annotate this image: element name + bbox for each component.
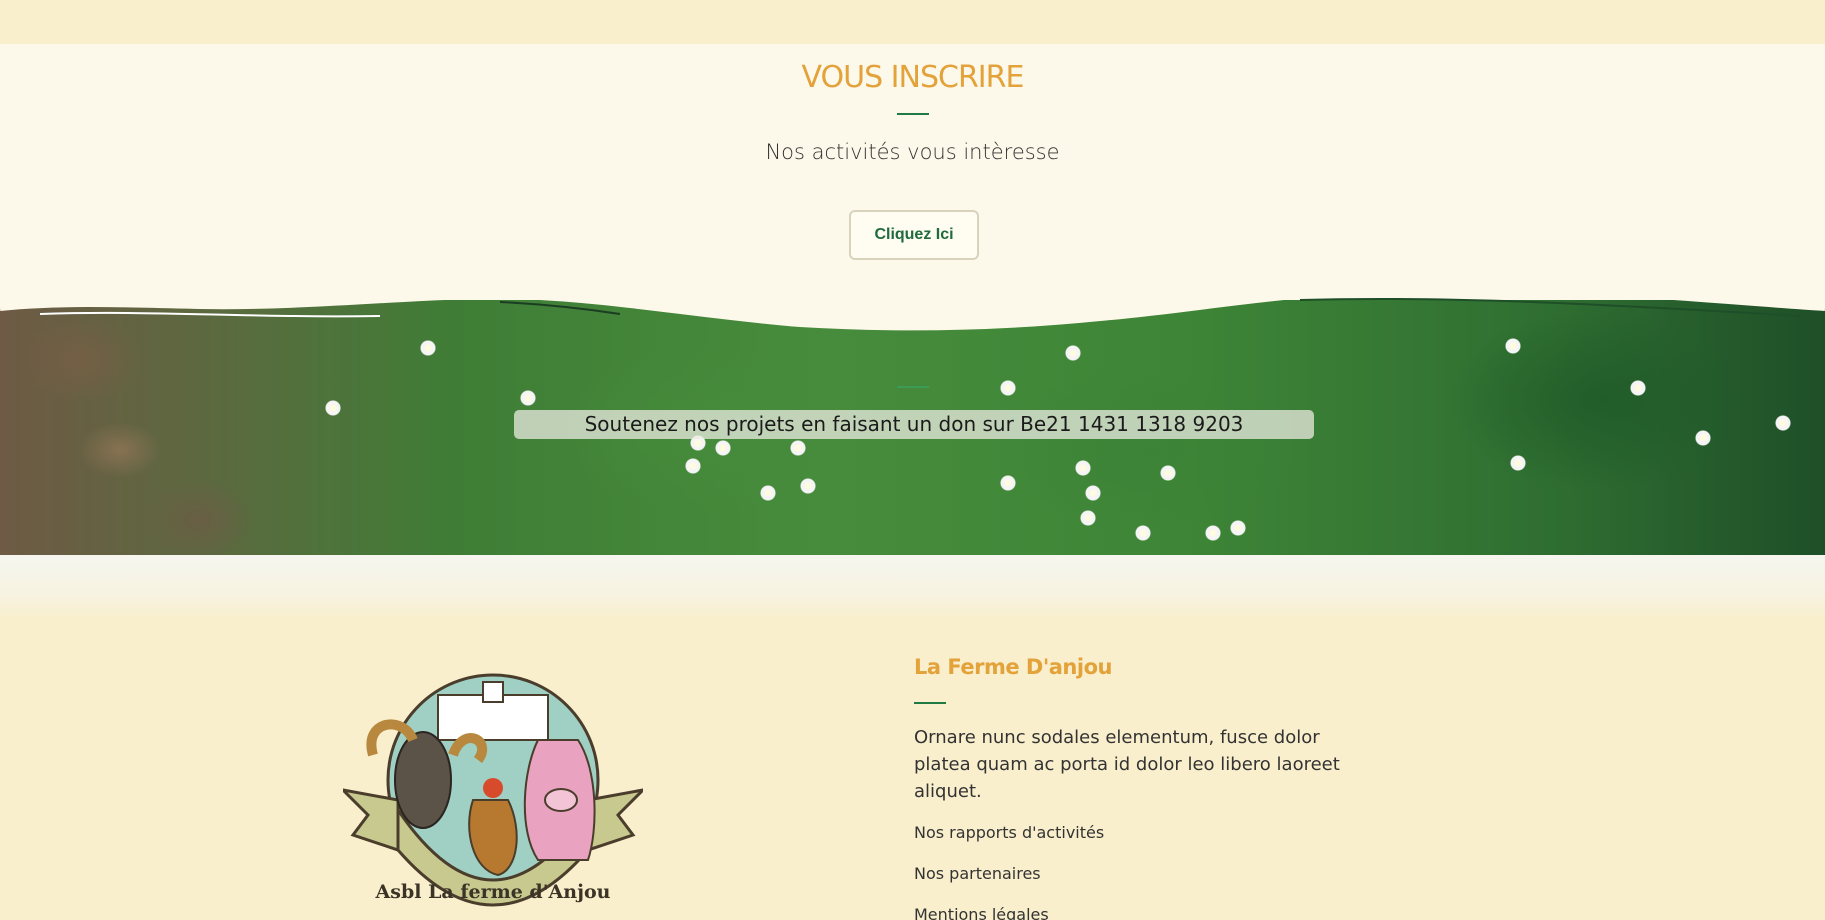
flower	[800, 478, 816, 494]
flower	[1075, 460, 1091, 476]
ferme-anjou-logo[interactable]: Asbl La ferme d'Anjou	[338, 660, 648, 920]
flower	[520, 390, 536, 406]
logo-text: Asbl La ferme d'Anjou	[375, 881, 611, 903]
flower	[1085, 485, 1101, 501]
signup-section: VOUS INSCRIRE Nos activités vous intères…	[0, 44, 1825, 314]
flower	[715, 440, 731, 456]
footer-link-legal[interactable]: Mentions légales	[914, 894, 1104, 920]
signup-divider	[897, 113, 929, 115]
footer-title: La Ferme D'anjou	[914, 655, 1112, 679]
footer-description: Ornare nunc sodales elementum, fusce dol…	[914, 727, 1340, 802]
flower	[1160, 465, 1176, 481]
footer-link-reports[interactable]: Nos rapports d'activités	[914, 812, 1104, 853]
signup-subtitle: Nos activités vous intèresse	[765, 140, 1060, 164]
footer-divider	[914, 702, 946, 704]
footer-links: Nos rapports d'activités Nos partenaires…	[914, 812, 1104, 920]
flower	[1000, 475, 1016, 491]
flower	[1510, 455, 1526, 471]
flower	[1630, 380, 1646, 396]
footer: Asbl La ferme d'Anjou La Ferme D'anjou O…	[0, 620, 1825, 920]
signup-button[interactable]: Cliquez Ici	[849, 210, 979, 260]
flower	[325, 400, 341, 416]
flower	[685, 458, 701, 474]
flower	[760, 485, 776, 501]
footer-link-partners[interactable]: Nos partenaires	[914, 853, 1104, 894]
flower	[790, 440, 806, 456]
flower	[1695, 430, 1711, 446]
flower	[1080, 510, 1096, 526]
brush-wave-divider	[0, 280, 1825, 331]
logo-emblem-icon: Asbl La ferme d'Anjou	[338, 673, 648, 907]
flower	[1775, 415, 1791, 431]
donation-divider	[897, 386, 929, 388]
flower	[1205, 525, 1221, 541]
flower	[1135, 525, 1151, 541]
lower-strip	[0, 555, 1825, 620]
flower	[1230, 520, 1246, 536]
donation-banner: Soutenez nos projets en faisant un don s…	[514, 410, 1314, 439]
signup-title: VOUS INSCRIRE	[801, 60, 1025, 95]
top-strip	[0, 0, 1825, 44]
flower	[1000, 380, 1016, 396]
